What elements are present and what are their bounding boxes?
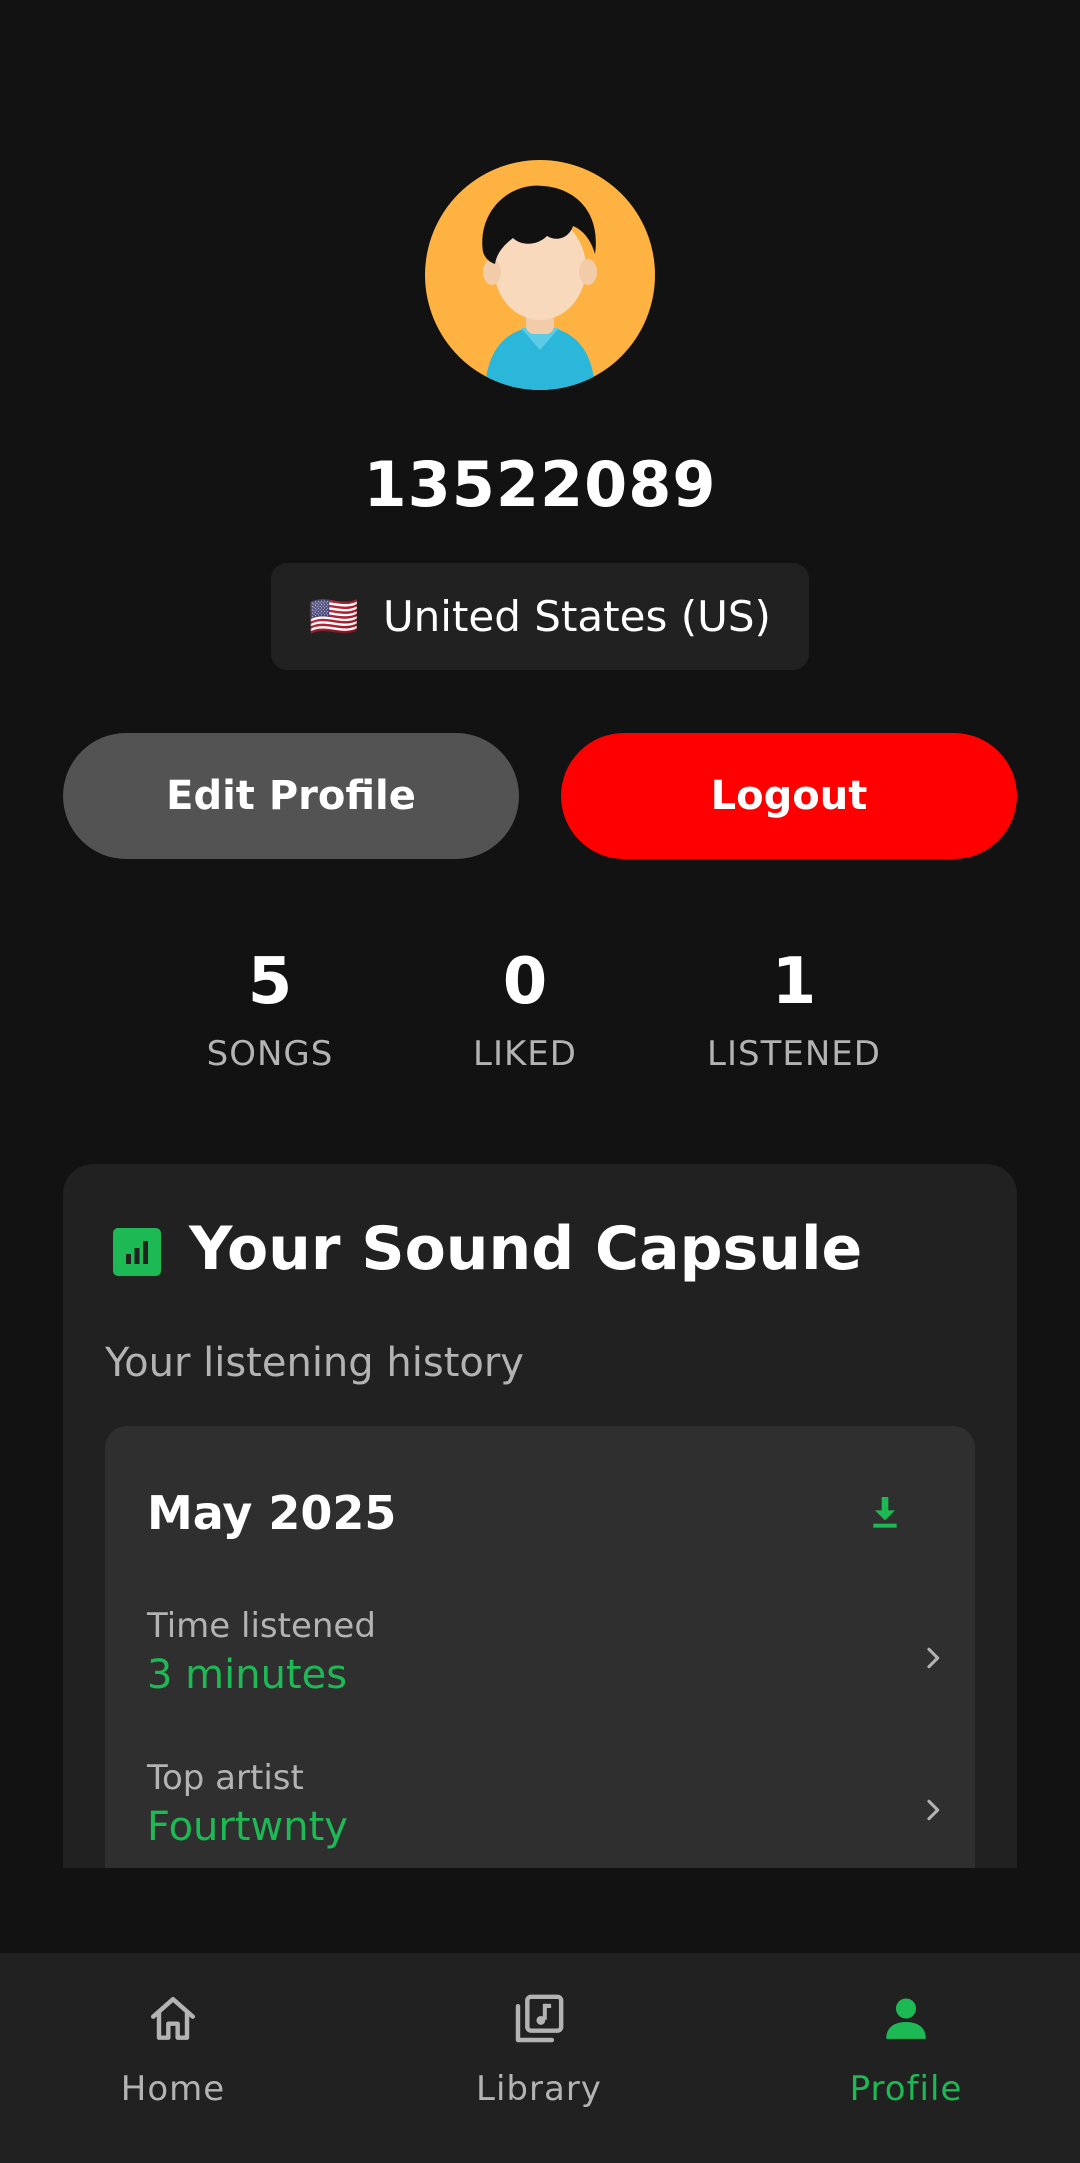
home-icon <box>150 1996 196 2040</box>
nav-label-home: Home <box>120 2069 226 2109</box>
person-icon <box>886 1998 926 2039</box>
stat-liked: 0 LIKED <box>395 950 655 1074</box>
stat-listened-label: LISTENED <box>707 1034 881 1074</box>
avatar-illustration <box>482 185 597 390</box>
time-listened-label: Time listened <box>147 1606 376 1646</box>
top-artist-label: Top artist <box>147 1758 304 1798</box>
bar-chart-icon <box>113 1228 161 1276</box>
logout-button[interactable]: Logout <box>561 733 1017 859</box>
sound-capsule-card: Your Sound Capsule Your listening histor… <box>63 1164 1017 1868</box>
library-icon <box>515 1994 564 2043</box>
avatar <box>425 160 655 390</box>
country-label: United States (US) <box>382 592 771 641</box>
stat-songs: 5 SONGS <box>140 950 400 1074</box>
nav-item-profile[interactable]: Profile <box>786 1991 1026 2109</box>
time-listened-value: 3 minutes <box>147 1652 348 1698</box>
bottom-nav: Home Library Profile <box>0 1953 1080 2163</box>
nav-item-library[interactable]: Library <box>419 1991 659 2109</box>
chevron-right-icon <box>927 1799 940 1821</box>
stat-songs-value: 5 <box>247 945 293 1019</box>
nav-label-profile: Profile <box>849 2069 963 2109</box>
stat-liked-label: LIKED <box>473 1034 577 1074</box>
download-icon[interactable] <box>865 1492 905 1532</box>
top-artist-row[interactable]: Top artist Fourtwnty <box>147 1758 947 1850</box>
us-flag-icon: 🇺🇸 <box>309 593 359 640</box>
stat-listened: 1 LISTENED <box>664 950 924 1074</box>
stat-songs-label: SONGS <box>206 1034 334 1074</box>
nav-label-library: Library <box>476 2069 602 2109</box>
capsule-subtitle: Your listening history <box>105 1340 524 1386</box>
stat-listened-value: 1 <box>771 945 817 1019</box>
username: 13522089 <box>363 448 717 521</box>
chevron-right-icon <box>927 1647 940 1669</box>
capsule-title: Your Sound Capsule <box>189 1214 863 1284</box>
stat-liked-value: 0 <box>502 945 548 1019</box>
nav-item-home[interactable]: Home <box>53 1991 293 2109</box>
month-card: May 2025 Time listened 3 minutes Top art… <box>105 1426 975 1868</box>
country-chip: 🇺🇸 United States (US) <box>271 563 809 670</box>
time-listened-row[interactable]: Time listened 3 minutes <box>147 1606 947 1698</box>
edit-profile-button[interactable]: Edit Profile <box>63 733 519 859</box>
month-title: May 2025 <box>147 1486 397 1540</box>
top-artist-value: Fourtwnty <box>147 1804 348 1850</box>
